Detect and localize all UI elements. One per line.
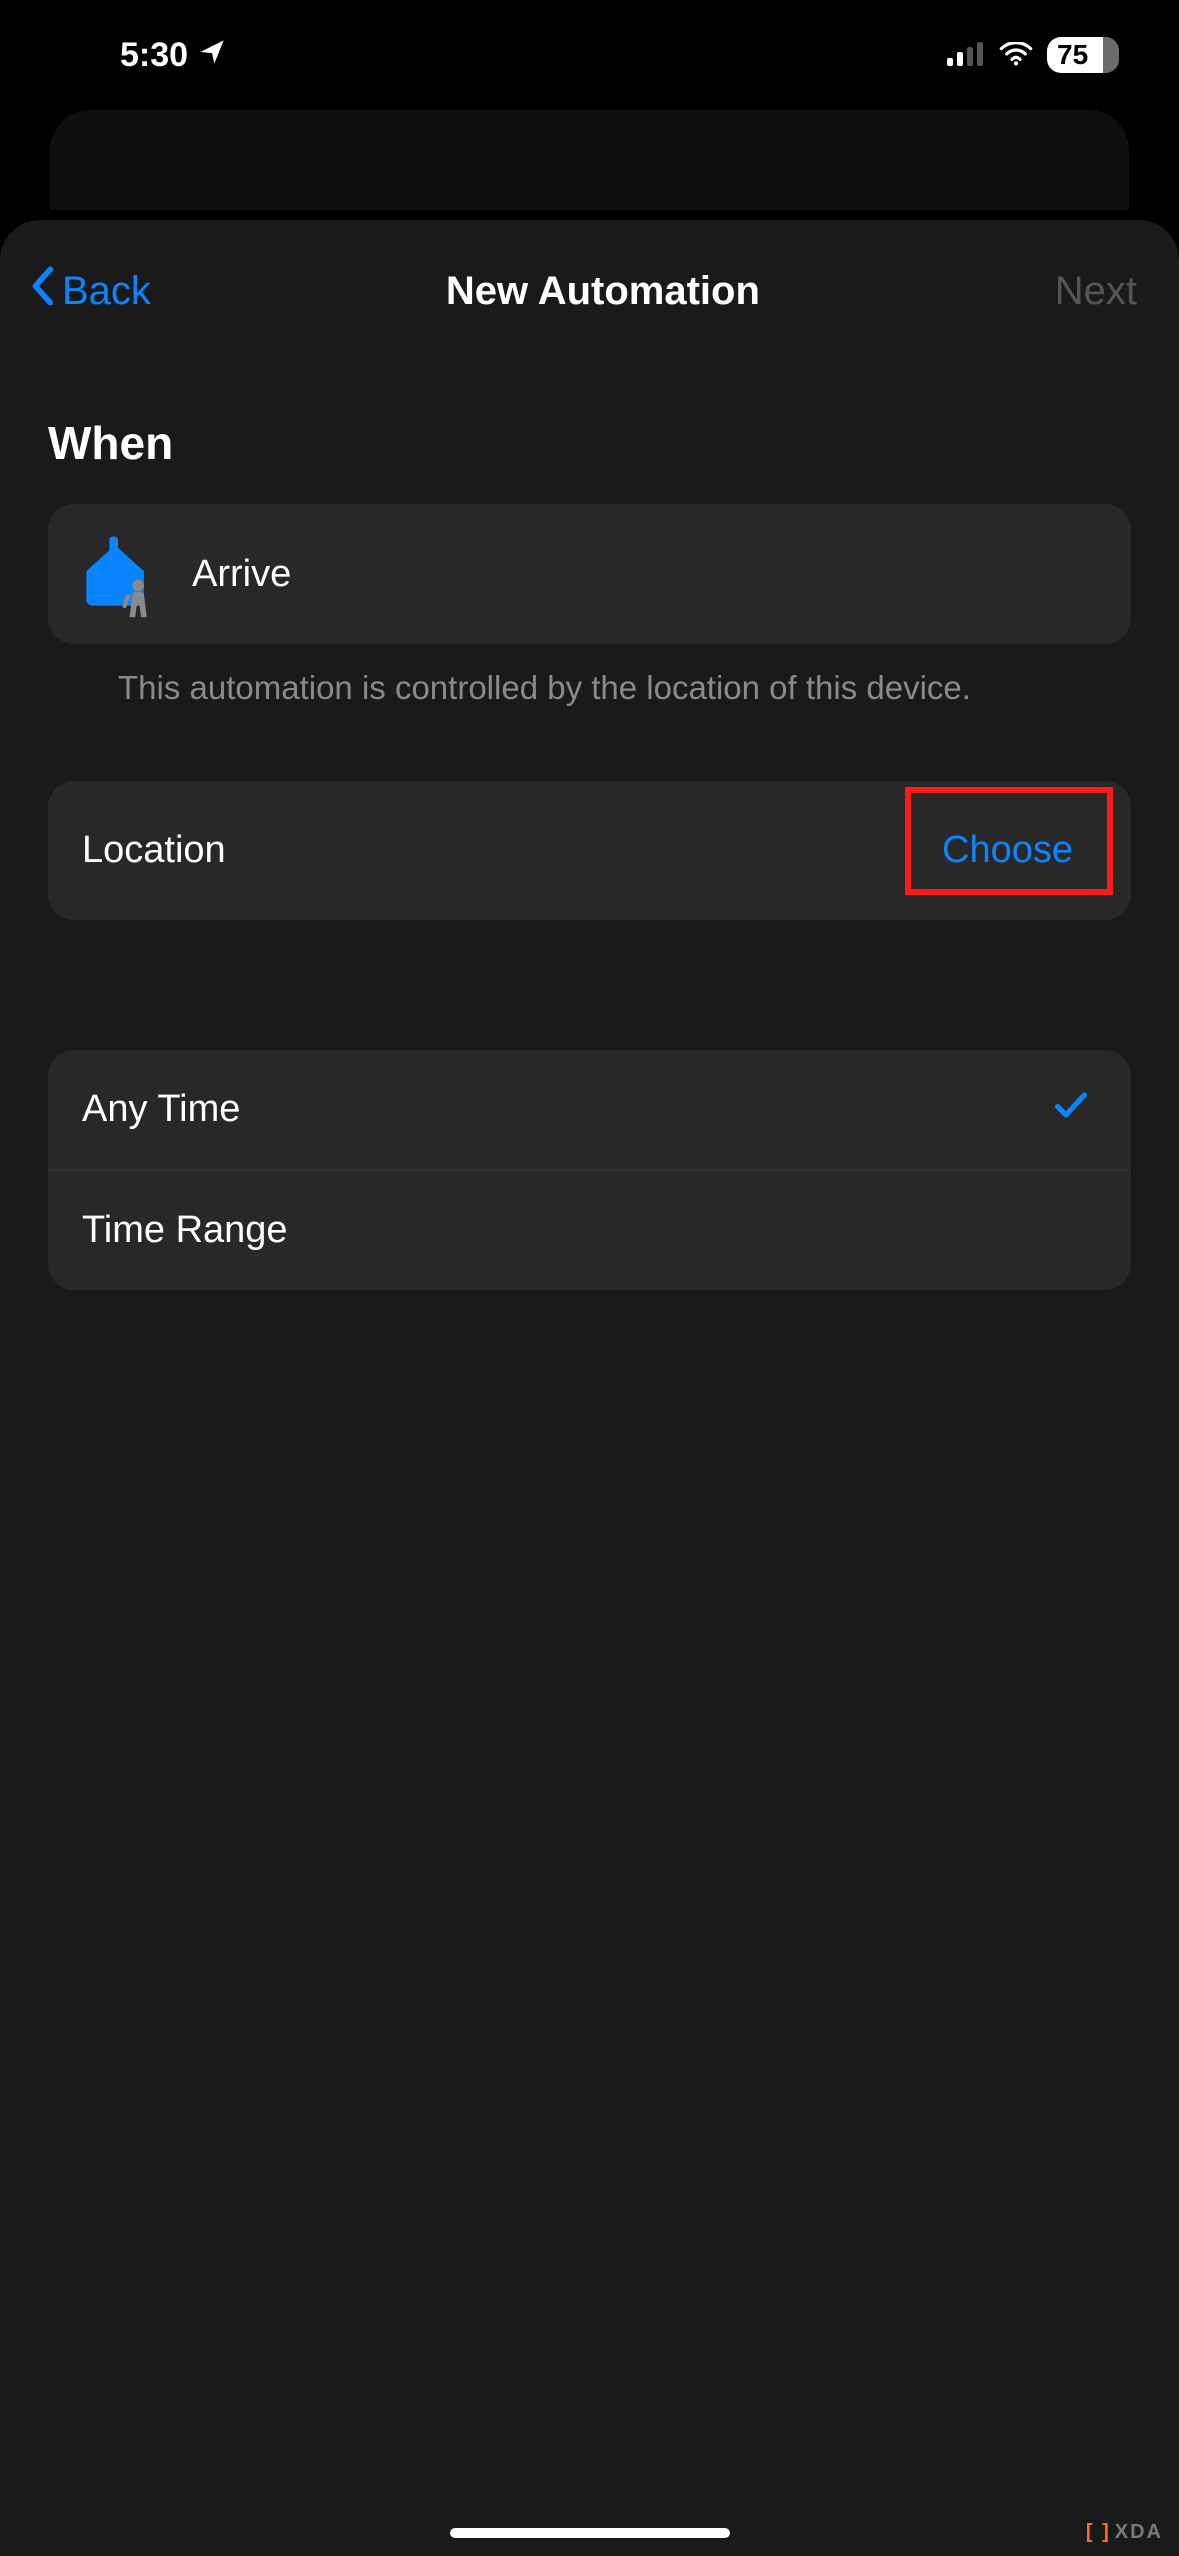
time-group: Any Time Time Range — [48, 1050, 1131, 1290]
status-right: 75 — [947, 36, 1119, 75]
any-time-cell[interactable]: Any Time — [48, 1050, 1131, 1170]
back-button[interactable]: Back — [28, 266, 151, 316]
when-header: When — [48, 416, 1131, 470]
any-time-label: Any Time — [82, 1088, 240, 1131]
arrive-footnote: This automation is controlled by the loc… — [48, 644, 1131, 711]
wifi-icon — [999, 36, 1033, 75]
location-cell[interactable]: Location Choose — [48, 781, 1131, 920]
nav-title: New Automation — [446, 269, 760, 314]
cellular-icon — [947, 36, 985, 75]
back-label: Back — [62, 269, 151, 314]
status-bar: 5:30 75 — [0, 0, 1179, 110]
arrive-home-icon — [72, 528, 164, 620]
location-services-icon — [198, 36, 226, 75]
home-indicator[interactable] — [450, 2528, 730, 2538]
arrive-label: Arrive — [192, 553, 291, 596]
checkmark-icon — [1051, 1085, 1091, 1135]
background-sheet-stub — [50, 110, 1129, 210]
location-label: Location — [82, 829, 226, 872]
xda-watermark: [ ] XDA — [1086, 2521, 1163, 2544]
arrive-cell[interactable]: Arrive — [48, 504, 1131, 644]
sheet-content: When — [0, 416, 1179, 1290]
choose-location-button[interactable]: Choose — [924, 815, 1091, 886]
time-range-cell[interactable]: Time Range — [48, 1170, 1131, 1290]
status-time: 5:30 — [120, 36, 188, 75]
status-left: 5:30 — [120, 36, 226, 75]
next-button[interactable]: Next — [1055, 269, 1137, 314]
location-group: Location Choose — [48, 781, 1131, 920]
time-range-label: Time Range — [82, 1209, 288, 1252]
nav-bar: Back New Automation Next — [0, 220, 1179, 356]
automation-sheet: Back New Automation Next When — [0, 220, 1179, 2556]
battery-level: 75 — [1057, 39, 1088, 71]
battery-icon: 75 — [1047, 37, 1119, 73]
xda-mark-icon: [ ] — [1086, 2521, 1111, 2544]
xda-text: XDA — [1115, 2521, 1163, 2544]
arrive-group: Arrive — [48, 504, 1131, 644]
chevron-left-icon — [28, 266, 56, 316]
